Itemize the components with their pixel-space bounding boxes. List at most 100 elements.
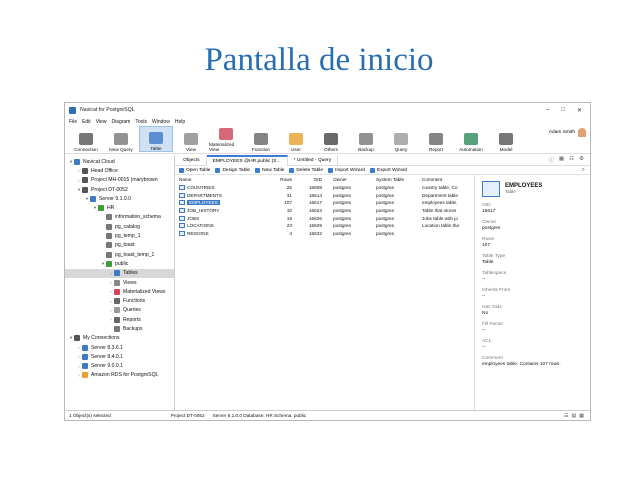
tree-item[interactable]: ▾ Navicat Cloud (65, 157, 174, 166)
toolbar-query-button[interactable]: Query (384, 126, 418, 152)
tree-item[interactable]: › Tables (65, 268, 174, 278)
tree-item[interactable]: › Amazon RDS for PostgreSQL (65, 371, 174, 380)
menu-item-diagram[interactable]: Diagram (111, 119, 130, 125)
tree-item[interactable]: ▾ Server 9.1.0.0 (65, 194, 174, 203)
tab-1[interactable]: EMPLOYEES @HR.public (S... (206, 155, 288, 166)
menu-item-edit[interactable]: Edit (82, 119, 91, 125)
menu-item-tools[interactable]: Tools (135, 119, 147, 125)
new-table-icon (255, 167, 261, 173)
close-button[interactable]: ✕ (577, 107, 582, 114)
export-wizard-button[interactable]: Export Wizard (369, 167, 410, 173)
tree-item[interactable]: ▾ Project DT-0052 (65, 185, 174, 194)
object-action-label: Design Table (222, 167, 251, 173)
tree-item[interactable]: › Queries (65, 306, 174, 315)
tree-item[interactable]: › Materialized Views (65, 287, 174, 296)
toolbar-button-label: Others (323, 147, 339, 152)
tree-item-label: Project MH-0015 (marybrown (91, 177, 158, 184)
tree-item[interactable]: ▾ My Connections (65, 334, 174, 343)
table-row[interactable]: JOBS 19 16626 postgres postgres Jobs table wi… (175, 214, 474, 222)
er-view-icon[interactable]: ▦ (579, 413, 584, 419)
table-row[interactable]: COUNTRIES 25 16608 postgres postgres country … (175, 184, 474, 192)
tree-node-icon (98, 205, 104, 212)
column-header[interactable]: Comment (419, 177, 459, 182)
column-header[interactable]: System Table (373, 177, 419, 182)
menu-item-window[interactable]: Window (152, 119, 170, 125)
tree-item[interactable]: pg_toast (65, 241, 174, 250)
design-table-button[interactable]: Design Table (215, 167, 253, 173)
table-icon (179, 208, 185, 214)
minimize-button[interactable]: – (546, 107, 549, 114)
export-wizard-icon (369, 167, 375, 173)
list-view-icon[interactable]: ☰ (564, 413, 568, 419)
object-toolbar: Open Table Design Table New Table Delete Ta… (175, 166, 590, 175)
table-name: JOBS (187, 215, 200, 221)
menu-item-help[interactable]: Help (175, 119, 185, 125)
tree-item[interactable]: › Server 8.4.0.1 (65, 352, 174, 361)
toolbar-backup-button[interactable]: Backup (349, 126, 383, 152)
tree-item[interactable]: pg_temp_1 (65, 231, 174, 240)
tree-item[interactable]: pg_catalog (65, 222, 174, 231)
open-table-button[interactable]: Open Table (179, 167, 213, 173)
toolbar-connection-button[interactable]: Connection (69, 126, 103, 152)
new-table-button[interactable]: New Table (255, 167, 287, 173)
tree-node-icon (114, 279, 120, 286)
toolbar-view-button[interactable]: View (174, 126, 208, 152)
tree-item[interactable]: ▾ public (65, 259, 174, 268)
column-header[interactable]: Owner (325, 177, 373, 182)
tree-item[interactable]: › Server 9.0.0.1 (65, 362, 174, 371)
column-header[interactable]: OID (295, 177, 325, 182)
detail-view-icon[interactable]: ▤ (572, 413, 577, 419)
tree-node-icon (106, 223, 112, 230)
tab-2[interactable]: * Untitled - Query (288, 155, 339, 166)
tree-item-label: Project DT-0052 (91, 186, 128, 193)
tree-item[interactable]: information_schema (65, 213, 174, 222)
design-table-icon (215, 167, 221, 173)
open-table-icon (179, 167, 184, 173)
tree-item[interactable]: › Project MH-0015 (marybrown (65, 176, 174, 185)
toolbar-others-button[interactable]: Others (314, 126, 348, 152)
toolbar-report-button[interactable]: Report (419, 126, 453, 152)
table-icon (179, 215, 185, 221)
table-row[interactable]: LOCATIONS 23 16629 postgres postgres Location… (175, 222, 474, 230)
grid-view-icon[interactable]: ☷ (569, 156, 574, 164)
table-cell: postgres (333, 230, 351, 236)
menu-item-file[interactable]: File (69, 119, 77, 125)
toolbar-button-label: Table (150, 146, 162, 151)
toolbar-model-button[interactable]: Model (489, 126, 523, 152)
delete-table-button[interactable]: Delete Table (289, 167, 326, 173)
table-cell: 16632 (308, 230, 322, 236)
toolbar-materialized-view-button[interactable]: Materialized View (209, 126, 243, 152)
table-row[interactable]: JOB_HISTORY 10 16623 postgres postgres Table … (175, 207, 474, 215)
tree-item[interactable]: › Head Office (65, 166, 174, 175)
toolbar-automation-button[interactable]: Automation (454, 126, 488, 152)
toolbar-button-label: User (291, 147, 301, 152)
toolbar-function-button[interactable]: Function (244, 126, 278, 152)
table-row[interactable]: REGIONS 4 16632 postgres postgres (175, 230, 474, 238)
tree-item[interactable]: ▾ HR (65, 203, 174, 212)
maximize-button[interactable]: □ (561, 107, 565, 114)
tree-item[interactable]: › Server 8.3.6.1 (65, 343, 174, 352)
import-wizard-button[interactable]: Import Wizard (328, 167, 368, 173)
tree-item[interactable]: › Functions (65, 296, 174, 305)
toolbar-table-button[interactable]: Table (139, 126, 173, 152)
table-name: JOB_HISTORY (187, 208, 220, 214)
table-row[interactable]: DEPARTMENTS 31 16614 postgres postgres Depart… (175, 192, 474, 200)
toolbar-new-query-button[interactable]: New Query (104, 126, 138, 152)
property-value: -- (482, 294, 486, 299)
toolbar-user-button[interactable]: User (279, 126, 313, 152)
ddl-icon[interactable]: ▦ (559, 156, 564, 164)
tree-item[interactable]: › Views (65, 278, 174, 287)
tree-item[interactable]: Backups (65, 324, 174, 333)
column-header[interactable]: Rows (265, 177, 295, 182)
info-icon[interactable]: ⓘ (548, 156, 554, 164)
tree-item[interactable]: pg_toast_temp_1 (65, 250, 174, 259)
search-icon[interactable]: ⌕ (582, 167, 590, 174)
tree-item[interactable]: › Reports (65, 315, 174, 324)
tab-0[interactable]: Objects (177, 155, 207, 166)
menu-item-view[interactable]: View (96, 119, 107, 125)
column-header[interactable]: Name (175, 177, 265, 182)
user-account[interactable]: Adam Smith (549, 128, 586, 137)
settings-icon[interactable]: ⚙ (579, 156, 584, 164)
toolbar-button-label: Automation (459, 147, 483, 152)
table-row[interactable]: EMPLOYEES 107 16617 postgres postgres employe… (175, 199, 474, 207)
